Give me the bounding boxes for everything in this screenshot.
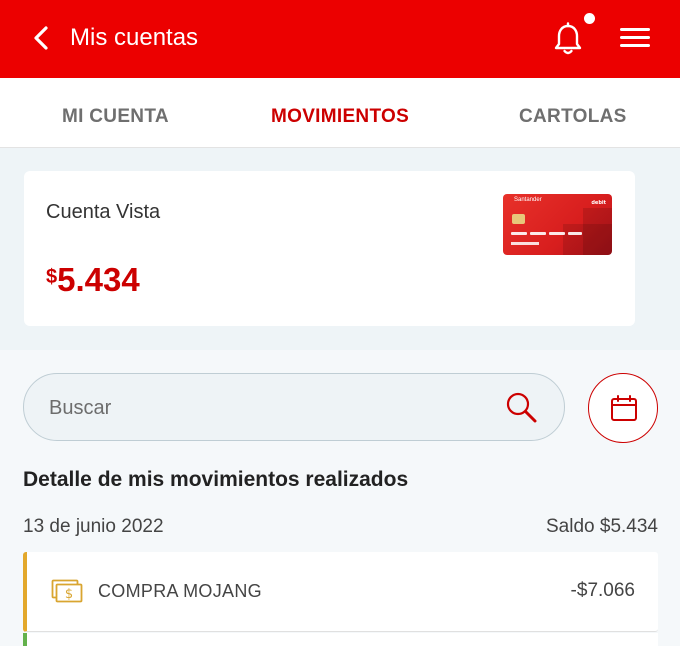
- tab-mi-cuenta[interactable]: MI CUENTA: [62, 106, 169, 128]
- search-input[interactable]: Buscar: [23, 373, 565, 441]
- card-chip: [512, 214, 525, 224]
- transaction-amount: -$7.066: [570, 580, 635, 601]
- account-name: Cuenta Vista: [46, 201, 161, 223]
- debit-card-image: Santander debit: [503, 194, 612, 255]
- account-balance: $5.434: [46, 261, 140, 299]
- account-card[interactable]: Cuenta Vista $5.434 Santander debit: [24, 171, 635, 326]
- card-brand-label: Santander: [514, 197, 542, 203]
- magnifier-icon[interactable]: [504, 390, 538, 424]
- calendar-icon: [611, 395, 637, 421]
- section-title: Detalle de mis movimientos realizados: [23, 468, 409, 491]
- calendar-button[interactable]: [588, 373, 658, 443]
- balance-amount: 5.434: [57, 261, 140, 298]
- transaction-row[interactable]: $ COMPRA MOJANG -$7.066: [23, 552, 658, 632]
- search-placeholder: Buscar: [49, 397, 112, 419]
- notification-badge: [584, 13, 595, 24]
- tab-cartolas[interactable]: CARTOLAS: [519, 106, 627, 128]
- movement-date: 13 de junio 2022: [23, 516, 164, 537]
- chevron-left-icon[interactable]: [30, 24, 54, 52]
- tab-movimientos[interactable]: MOVIMIENTOS: [271, 106, 409, 128]
- svg-text:$: $: [65, 587, 73, 602]
- bell-icon[interactable]: [552, 22, 584, 56]
- movements-section: Buscar Detalle de mis movimientos realiz…: [0, 350, 680, 646]
- tab-bar: MI CUENTA MOVIMIENTOS CARTOLAS: [0, 78, 680, 148]
- page-title: Mis cuentas: [70, 24, 199, 51]
- transaction-name: COMPRA MOJANG: [98, 581, 262, 601]
- money-bill-icon: $: [51, 579, 83, 603]
- currency-symbol: $: [46, 266, 58, 288]
- account-summary-area: Cuenta Vista $5.434 Santander debit: [0, 148, 680, 350]
- transaction-row[interactable]: [23, 633, 658, 646]
- saldo-label: Saldo $5.434: [546, 516, 658, 537]
- hamburger-menu-icon[interactable]: [620, 28, 650, 50]
- app-header: Mis cuentas: [0, 0, 680, 78]
- card-type-label: debit: [591, 200, 606, 206]
